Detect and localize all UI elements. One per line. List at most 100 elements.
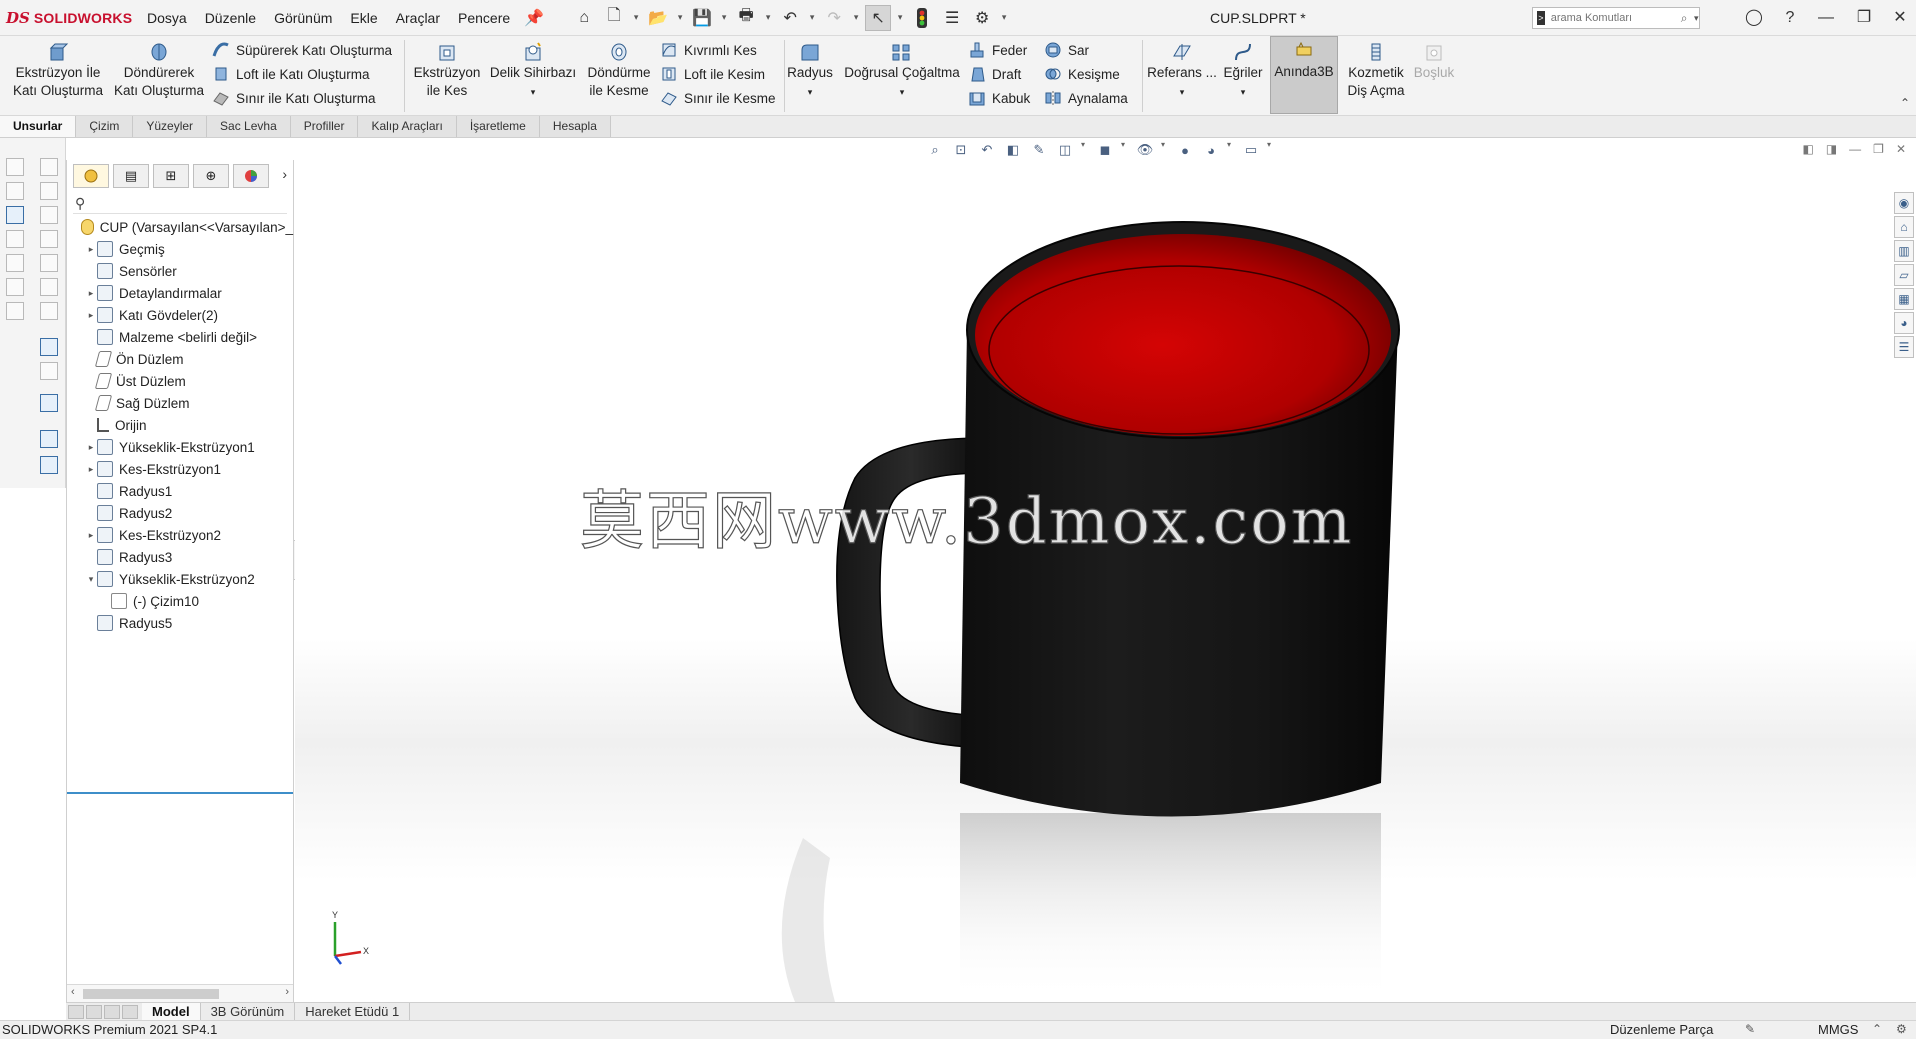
tab-evaluate[interactable]: Hesapla [539, 116, 611, 137]
revolved-boss-button[interactable]: Döndürerek Katı Oluşturma [110, 38, 208, 100]
sketch-tool-13-icon[interactable] [6, 302, 24, 320]
tab-3d-views[interactable]: 3B Görünüm [201, 1003, 296, 1020]
tree-item[interactable]: ▸ Katı Gövdeler(2) [67, 304, 293, 326]
customize-status-icon[interactable]: ⚙ [1896, 1022, 1907, 1036]
tab-profiles[interactable]: Profiller [290, 116, 359, 137]
sketch-tool-7-icon[interactable] [6, 230, 24, 248]
menu-insert[interactable]: Ekle [341, 0, 386, 36]
linear-pattern-button[interactable]: Doğrusal Çoğaltma ▾ [838, 38, 966, 101]
tab-mold-tools[interactable]: Kalıp Araçları [358, 116, 457, 137]
sketch-tool-16-icon[interactable] [40, 362, 58, 380]
open-folder-icon[interactable]: 📂 [645, 5, 671, 31]
expand-toggle-icon[interactable]: ▸ [85, 244, 97, 255]
sketch-tool-15-icon[interactable] [40, 338, 58, 356]
swept-boss-button[interactable]: Süpürerek Katı Oluşturma [212, 39, 392, 61]
help-icon[interactable]: ? [1772, 0, 1808, 36]
sketch-tool-8-icon[interactable] [40, 230, 58, 248]
search-dropdown-icon[interactable]: ▾ [1693, 13, 1699, 24]
sketch-tool-9-icon[interactable] [6, 254, 24, 272]
redo-icon[interactable]: ↷ [821, 5, 847, 31]
select-dropdown-icon[interactable]: ▾ [895, 12, 905, 23]
menu-window[interactable]: Pencere [449, 0, 519, 36]
boundary-boss-button[interactable]: Sınır ile Katı Oluşturma [212, 87, 376, 109]
tree-item[interactable]: Sensörler [67, 260, 293, 282]
sketch-tool-11-icon[interactable] [6, 278, 24, 296]
sketch-tool-4-icon[interactable] [40, 182, 58, 200]
tree-item[interactable]: Malzeme <belirli değil> [67, 326, 293, 348]
tab-sketch[interactable]: Çizim [76, 116, 134, 137]
menu-file[interactable]: Dosya [138, 0, 196, 36]
sketch-tool-3-icon[interactable] [6, 182, 24, 200]
tab-sheet-metal[interactable]: Sac Levha [207, 116, 291, 137]
menu-view[interactable]: Görünüm [265, 0, 341, 36]
sketch-tool-19-icon[interactable] [40, 456, 58, 474]
save-dropdown-icon[interactable]: ▾ [719, 12, 729, 23]
lofted-cut-button[interactable]: Loft ile Kesim [660, 63, 765, 85]
file-properties-icon[interactable]: ☰ [939, 5, 965, 31]
select-cursor-icon[interactable]: ↖ [865, 4, 892, 31]
search-icon[interactable]: ⌕ [1681, 11, 1688, 26]
curves-button[interactable]: Eğriler ▾ [1220, 38, 1266, 101]
sketch-tool-12-icon[interactable] [40, 278, 58, 296]
tree-item[interactable]: Radyus3 [67, 546, 293, 568]
tree-item[interactable]: ▸ Kes-Ekstrüzyon2 [67, 524, 293, 546]
tree-item[interactable]: Üst Düzlem [67, 370, 293, 392]
rib-button[interactable]: Feder [968, 39, 1027, 61]
scrollbar-thumb[interactable] [83, 989, 219, 999]
search-input[interactable] [1550, 12, 1681, 24]
tab-features[interactable]: Unsurlar [0, 116, 77, 137]
swept-cut-button[interactable]: Kıvrımlı Kes [660, 39, 757, 61]
sketch-tool-17-icon[interactable] [40, 394, 58, 412]
undo-dropdown-icon[interactable]: ▾ [807, 12, 817, 23]
undo-icon[interactable]: ↶ [777, 5, 803, 31]
void-button[interactable]: Boşluk [1410, 38, 1458, 82]
units-dropdown-icon[interactable]: ⌃ [1872, 1022, 1882, 1036]
fillet-button[interactable]: Radyus ▾ [786, 38, 834, 101]
graphics-area[interactable]: ⌕ ⊡ ↶ ◧ ✎ ◫ ▾ ◼ ▾ 👁 ▾ ● ◕ ▾ ▭ ▾ ◧ ◨ — ❐ ✕ ◉ ⌂… [295, 138, 1916, 1002]
new-document-icon[interactable]: 🗋 [601, 5, 627, 31]
extruded-boss-button[interactable]: Ekstrüzyon İle Katı Oluşturma [6, 38, 110, 100]
cosmetic-thread-button[interactable]: Kozmetik Diş Açma [1342, 38, 1410, 100]
tree-item[interactable]: Radyus1 [67, 480, 293, 502]
expand-toggle-icon[interactable]: ▸ [85, 310, 97, 321]
sketch-tool-18-icon[interactable] [40, 430, 58, 448]
restore-button[interactable]: ❐ [1846, 0, 1882, 36]
tab-motion-study[interactable]: Hareket Etüdü 1 [295, 1003, 411, 1020]
redo-dropdown-icon[interactable]: ▾ [851, 12, 861, 23]
rebuild-traffic-light-icon[interactable] [909, 5, 935, 31]
user-account-icon[interactable]: ◯ [1736, 0, 1772, 36]
tab-surfaces[interactable]: Yüzeyler [133, 116, 208, 137]
prev-tab-icon[interactable] [86, 1004, 102, 1019]
menu-tools[interactable]: Araçlar [387, 0, 449, 36]
options-dropdown-icon[interactable]: ▾ [999, 12, 1009, 23]
tree-item[interactable]: Orijin [67, 414, 293, 436]
search-box[interactable]: > ⌕ ▾ [1532, 7, 1700, 29]
tree-item[interactable]: (-) Çizim10 [67, 590, 293, 612]
extruded-cut-button[interactable]: Ekstrüzyon ile Kes [408, 38, 486, 100]
tab-model[interactable]: Model [142, 1003, 201, 1020]
reference-dropdown-icon[interactable]: ▾ [1180, 87, 1185, 97]
boundary-cut-button[interactable]: Sınır ile Kesme [660, 87, 776, 109]
display-manager-tab-icon[interactable] [233, 164, 269, 188]
tree-item[interactable]: ▸ Kes-Ekstrüzyon1 [67, 458, 293, 480]
tab-markup[interactable]: İşaretleme [456, 116, 540, 137]
feature-manager-tab-icon[interactable] [73, 164, 109, 188]
sketch-tool-6-icon[interactable] [40, 206, 58, 224]
rollback-bar[interactable] [67, 792, 293, 794]
curves-dropdown-icon[interactable]: ▾ [1241, 87, 1246, 97]
intersect-button[interactable]: Kesişme [1044, 63, 1120, 85]
tree-root-part[interactable]: CUP (Varsayılan<<Varsayılan>_ [67, 216, 293, 238]
scroll-left-icon[interactable]: ‹ [71, 986, 75, 998]
last-tab-icon[interactable] [122, 1004, 138, 1019]
collapse-ribbon-icon[interactable]: ⌃ [1900, 96, 1910, 110]
sketch-tool-14-icon[interactable] [40, 302, 58, 320]
hole-wizard-button[interactable]: Delik Sihirbazı ▾ [488, 38, 578, 101]
tree-item[interactable]: ▸ Yükseklik-Ekstrüzyon1 [67, 436, 293, 458]
mug-model[interactable] [295, 138, 1916, 1002]
rebuild-status-icon[interactable]: ✎ [1745, 1022, 1755, 1036]
open-dropdown-icon[interactable]: ▾ [675, 12, 685, 23]
new-dropdown-icon[interactable]: ▾ [631, 12, 641, 23]
unit-system[interactable]: MMGS [1818, 1022, 1858, 1037]
fillet-dropdown-icon[interactable]: ▾ [808, 87, 813, 97]
linear-pattern-dropdown-icon[interactable]: ▾ [900, 87, 905, 97]
